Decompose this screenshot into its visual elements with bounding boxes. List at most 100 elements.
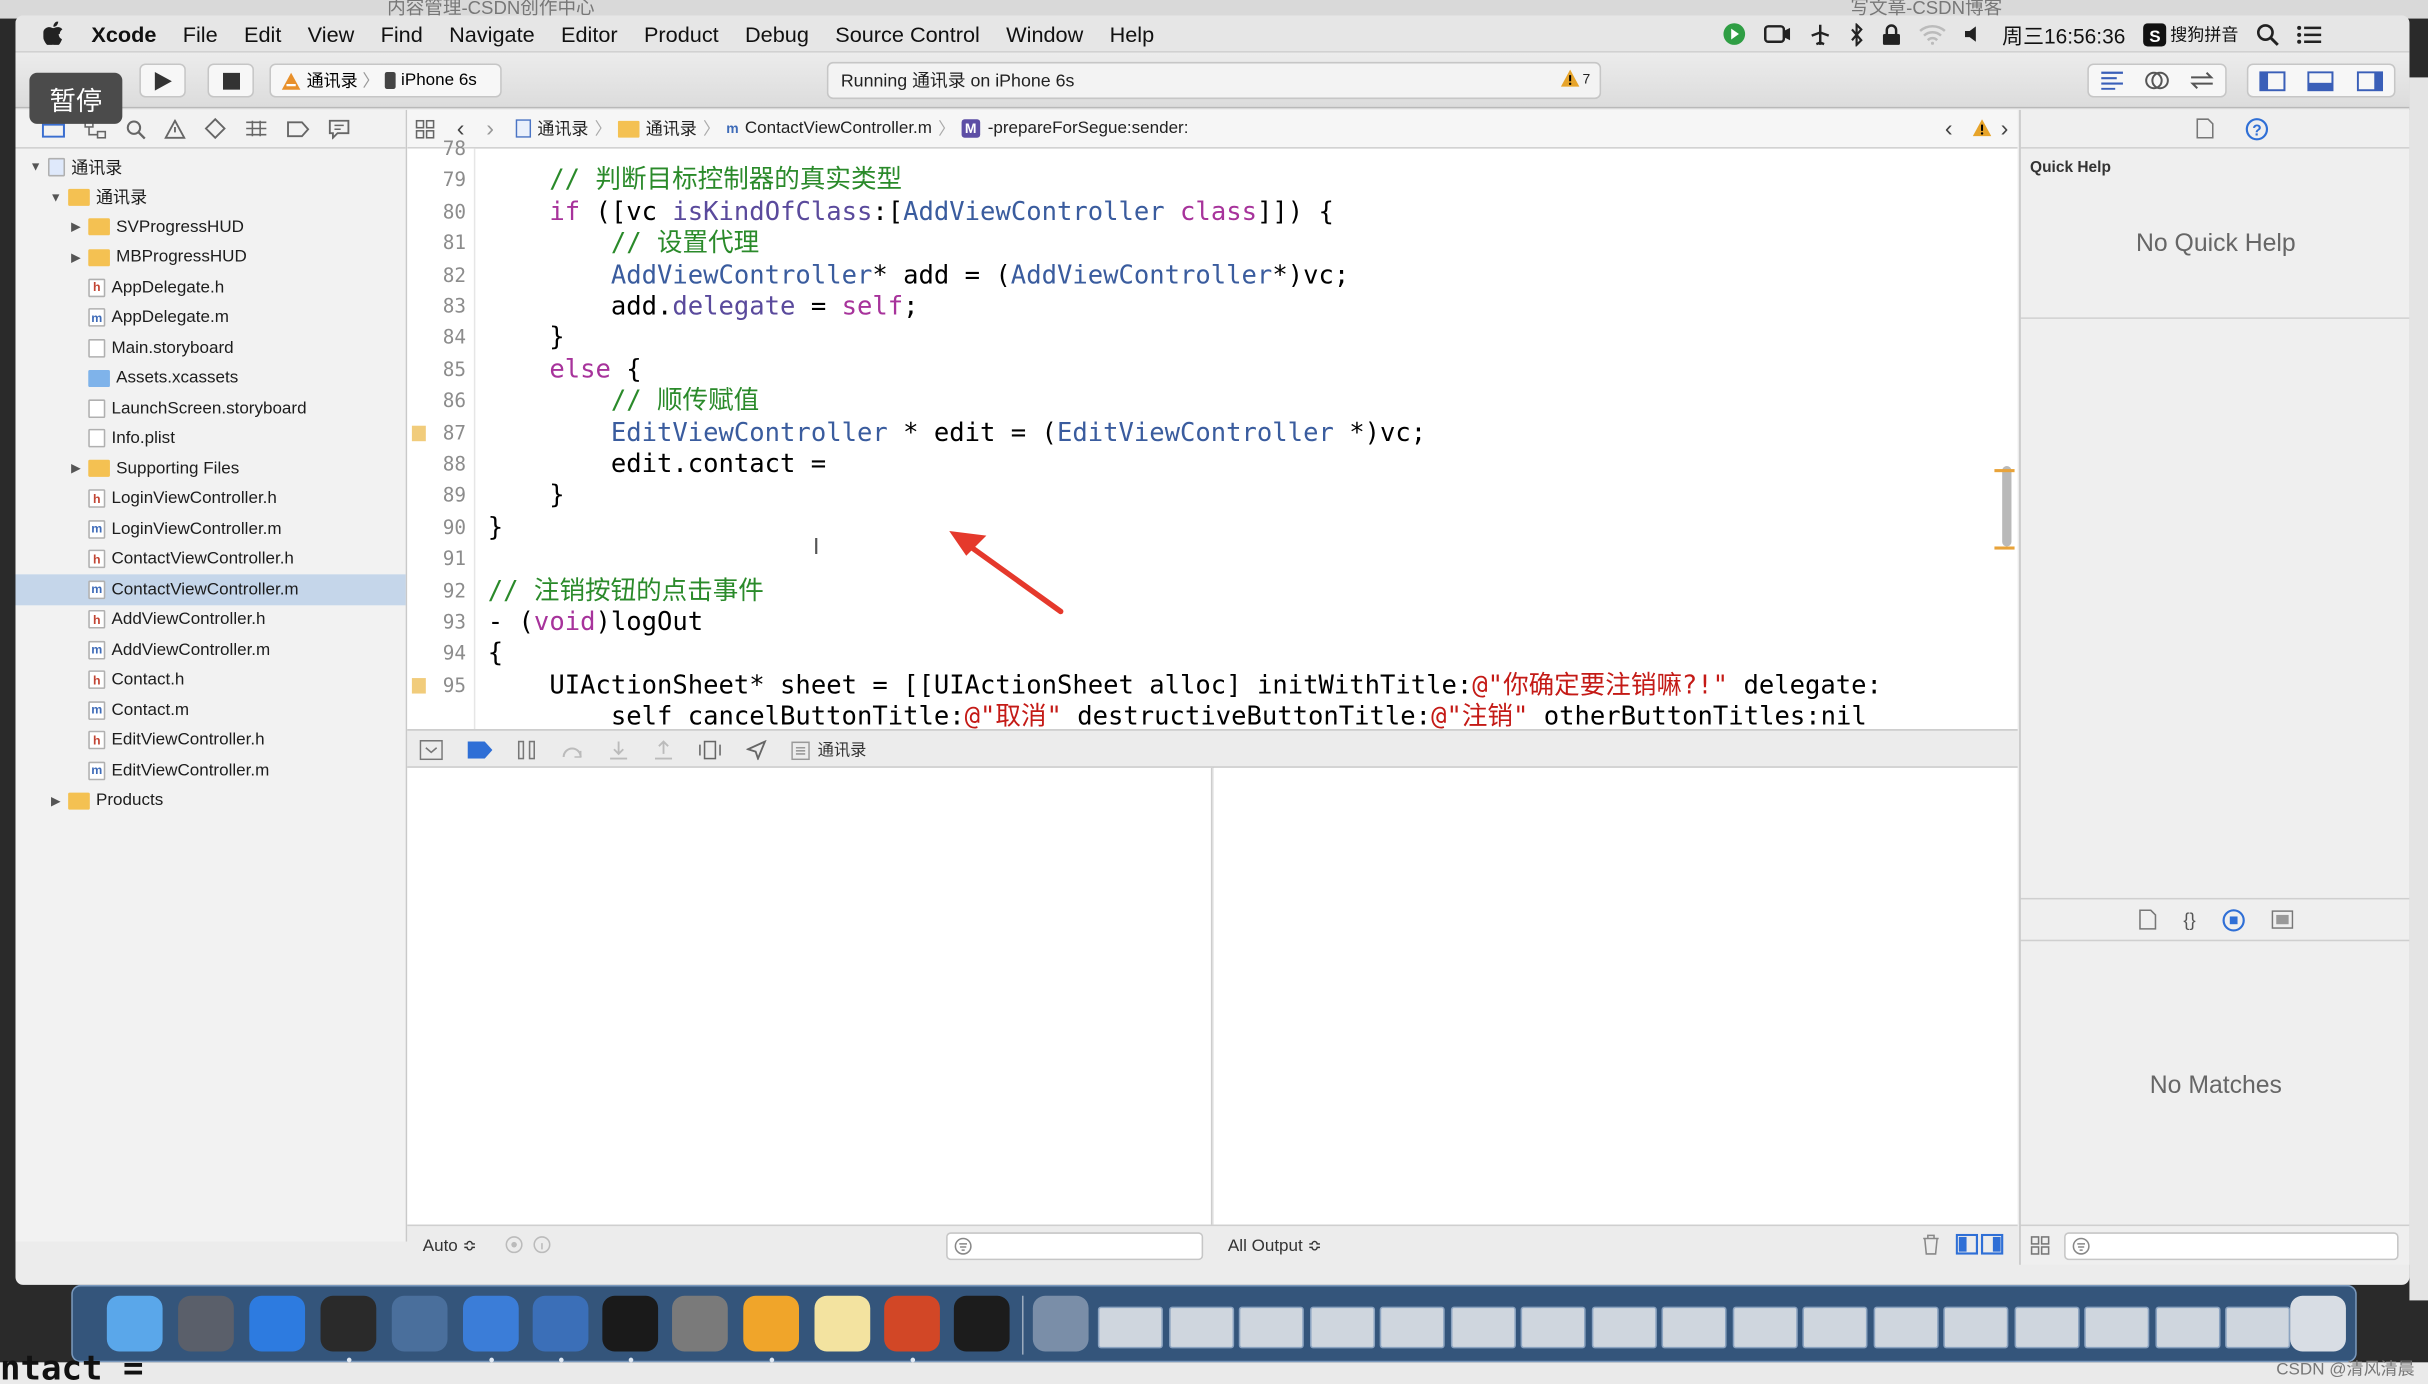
navigator-row[interactable]: h AddViewController.h (15, 605, 405, 635)
minimized-window-thumbnail[interactable] (1097, 1306, 1163, 1349)
console-output[interactable] (1213, 767, 2018, 1225)
print-description-icon[interactable] (533, 1235, 552, 1254)
hide-debug-area-icon[interactable] (419, 739, 443, 761)
minimized-window-thumbnail[interactable] (1168, 1306, 1234, 1349)
navigator-row[interactable]: m LoginViewController.m (15, 514, 405, 544)
grid-view-icon[interactable] (2030, 1235, 2050, 1255)
system-preferences-icon[interactable] (672, 1295, 728, 1352)
minimized-window-thumbnail[interactable] (1943, 1306, 2009, 1349)
xcode-alt-icon[interactable] (532, 1295, 589, 1352)
pause-badge[interactable]: 暂停 (29, 72, 123, 124)
menu-find[interactable]: Find (381, 21, 423, 46)
report-navigator-icon[interactable] (328, 118, 350, 139)
version-editor-icon[interactable] (2190, 71, 2215, 90)
navigator-row[interactable]: Info.plist (15, 423, 405, 453)
jump-crumb-file[interactable]: ContactViewController.m (745, 119, 932, 138)
lock-icon[interactable] (1881, 22, 1901, 45)
editor-scrollbar[interactable] (2002, 465, 2012, 547)
bluetooth-icon[interactable] (1849, 22, 1864, 46)
minimized-window-thumbnail[interactable] (2084, 1306, 2150, 1349)
variables-view[interactable] (407, 767, 1213, 1225)
view-debugger-icon[interactable] (698, 740, 721, 760)
minimized-window-thumbnail[interactable] (1872, 1306, 1938, 1349)
launchpad-icon[interactable] (178, 1295, 234, 1352)
notes-icon[interactable] (814, 1295, 871, 1352)
trash-icon[interactable] (1922, 1234, 1941, 1256)
run-button[interactable] (139, 63, 186, 98)
breakpoint-navigator-icon[interactable] (286, 120, 310, 137)
split-view-icon[interactable] (1955, 1233, 2006, 1256)
warning-indicator[interactable]: 7 (1560, 69, 1590, 87)
standard-editor-icon[interactable] (2099, 71, 2124, 90)
terminal-icon[interactable] (602, 1295, 659, 1352)
spotlight-icon[interactable] (2255, 22, 2279, 46)
notification-center-icon[interactable] (2296, 24, 2322, 44)
jump-crumb-project[interactable]: 通讯录 (537, 116, 588, 141)
breakpoints-toggle-icon[interactable] (467, 741, 493, 759)
quick-help-icon[interactable]: ? (2244, 117, 2268, 140)
step-out-icon[interactable] (653, 740, 673, 760)
navigator-row[interactable]: Assets.xcassets (15, 363, 405, 393)
minimized-window-thumbnail[interactable] (1661, 1306, 1727, 1349)
media-library-icon[interactable] (2271, 910, 2294, 929)
menu-view[interactable]: View (308, 21, 355, 46)
sketch-icon[interactable] (743, 1295, 800, 1352)
navigator-row[interactable]: m AddViewController.m (15, 635, 405, 665)
file-inspector-icon[interactable] (2195, 118, 2214, 140)
apple-icon[interactable] (43, 21, 63, 45)
menu-file[interactable]: File (183, 21, 218, 46)
disclosure-triangle-icon[interactable]: ▶ (48, 794, 63, 808)
navigator-row[interactable]: ▼ 通讯录 (15, 182, 405, 212)
step-over-icon[interactable] (561, 741, 584, 760)
navigator-row[interactable]: h LoginViewController.h (15, 484, 405, 514)
file-template-icon[interactable] (2138, 909, 2157, 931)
preview-icon[interactable] (391, 1295, 448, 1352)
navigator-row[interactable]: ▶ Supporting Files (15, 454, 405, 484)
previous-issue-icon[interactable]: ‹ (1945, 116, 1953, 142)
finder-icon[interactable] (106, 1295, 163, 1352)
safari-icon[interactable] (249, 1295, 306, 1352)
disclosure-triangle-icon[interactable]: ▼ (28, 160, 43, 174)
debug-target[interactable]: 通讯录 (791, 738, 866, 761)
recording-icon[interactable] (1722, 22, 1747, 47)
minimized-window-thumbnail[interactable] (1520, 1306, 1586, 1349)
wifi-icon[interactable] (1919, 23, 1947, 45)
minimized-window-thumbnail[interactable] (2154, 1306, 2220, 1349)
navigator-row[interactable]: m AppDelegate.m (15, 303, 405, 333)
minimized-window-thumbnail[interactable] (1591, 1306, 1657, 1349)
minimized-window-thumbnail[interactable] (1309, 1306, 1375, 1349)
minimized-window-thumbnail[interactable] (1731, 1306, 1797, 1349)
issue-navigator-icon[interactable] (164, 118, 186, 138)
menu-editor[interactable]: Editor (561, 21, 618, 46)
minimized-window-thumbnail[interactable] (2225, 1306, 2291, 1349)
variables-scope-select[interactable]: Auto ≎ (423, 1235, 477, 1256)
navigator-row[interactable]: m ContactViewController.m (15, 574, 406, 605)
console-icon[interactable] (953, 1295, 1010, 1352)
powerpoint-icon[interactable] (884, 1295, 940, 1352)
quicktime-icon[interactable] (1032, 1295, 1089, 1352)
console-output-select[interactable]: All Output ≎ (1228, 1235, 1322, 1256)
disclosure-triangle-icon[interactable]: ▶ (68, 462, 83, 476)
mouse-icon[interactable] (320, 1295, 377, 1352)
navigator-row[interactable]: ▶ MBProgressHUD (15, 242, 405, 272)
debug-navigator-icon[interactable] (245, 119, 268, 138)
minimized-window-thumbnail[interactable] (1238, 1306, 1304, 1349)
navigator-row[interactable]: h AppDelegate.h (15, 272, 405, 302)
pause-execution-icon[interactable] (517, 740, 536, 760)
navigator-row[interactable]: Main.storyboard (15, 333, 405, 363)
stop-button[interactable] (207, 63, 254, 98)
navigator-row[interactable]: ▶ Products (15, 786, 405, 816)
navigator-row[interactable]: m Contact.m (15, 695, 405, 725)
step-into-icon[interactable] (609, 740, 629, 760)
menu-clock[interactable]: 周三16:56:36 (2002, 19, 2125, 50)
navigator-row[interactable]: h Contact.h (15, 665, 405, 695)
navigator-row[interactable]: h EditViewController.h (15, 725, 405, 755)
next-issue-icon[interactable]: › (2001, 116, 2009, 142)
utilities-toggle-icon[interactable] (2356, 70, 2383, 91)
menu-product[interactable]: Product (644, 21, 719, 46)
simulate-location-icon[interactable] (746, 739, 767, 761)
navigator-row[interactable]: ▼ 通讯录 (15, 152, 405, 182)
test-navigator-icon[interactable] (204, 117, 226, 140)
navigator-row[interactable]: LaunchScreen.storyboard (15, 393, 405, 423)
minimized-window-thumbnail[interactable] (1379, 1306, 1445, 1349)
